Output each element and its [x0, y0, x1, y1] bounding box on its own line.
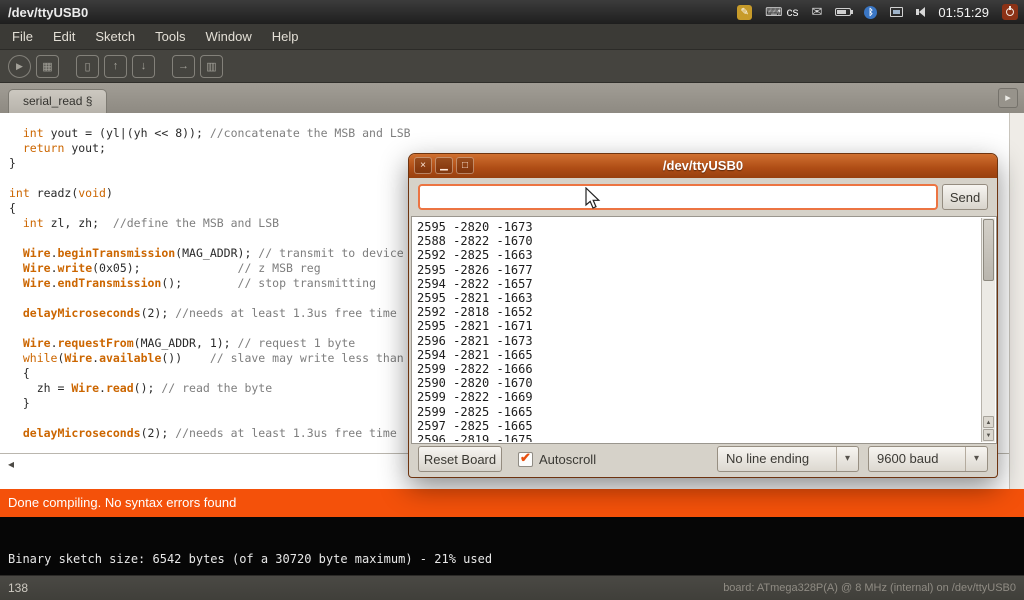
bluetooth-icon[interactable]: ᛒ	[864, 6, 877, 19]
scroll-down-icon[interactable]: ▼	[983, 429, 994, 441]
screen: /dev/ttyUSB0 ✎ ⌨ cs ✉ ᛒ 01:51:29 FileEdi…	[0, 0, 1024, 600]
open-button[interactable]: ↑	[104, 55, 127, 78]
minimize-icon[interactable]: ▁	[435, 157, 453, 174]
menu-help[interactable]: Help	[262, 24, 309, 50]
keyboard-indicator[interactable]: ⌨ cs	[765, 5, 798, 19]
send-button[interactable]: Send	[942, 184, 988, 210]
dialog-title: /dev/ttyUSB0	[663, 158, 743, 173]
editor-scrollbar[interactable]	[1009, 113, 1024, 489]
serial-line: 2596 -2819 -1675	[417, 433, 976, 442]
network-icon[interactable]	[890, 7, 903, 17]
serial-line: 2594 -2822 -1657	[417, 277, 976, 291]
scroll-up-icon[interactable]: ▲	[983, 416, 994, 428]
serial-monitor-button[interactable]: ▥	[200, 55, 223, 78]
menu-file[interactable]: File	[2, 24, 43, 50]
keyboard-layout-label: cs	[786, 5, 798, 19]
serial-line: 2595 -2821 -1663	[417, 291, 976, 305]
serial-line: 2592 -2825 -1663	[417, 248, 976, 262]
chevron-down-icon: ▾	[836, 447, 858, 471]
menu-tools[interactable]: Tools	[145, 24, 195, 50]
serial-line: 2596 -2821 -1673	[417, 334, 976, 348]
serial-line: 2588 -2822 -1670	[417, 234, 976, 248]
serial-input[interactable]	[418, 184, 938, 210]
menubar: FileEditSketchToolsWindowHelp	[0, 24, 1024, 50]
serial-line: 2594 -2821 -1665	[417, 348, 976, 362]
code-line: int yout = (yl|(yh << 8)); //concatenate…	[9, 126, 1004, 141]
compile-status-text: Done compiling. No syntax errors found	[8, 495, 236, 510]
messages-icon[interactable]: ✉	[811, 4, 822, 20]
clock[interactable]: 01:51:29	[938, 5, 989, 20]
check-icon: ✔	[520, 450, 531, 466]
toolbar: ▶▦ ▯↑↓ →▥	[0, 50, 1024, 83]
serial-line: 2595 -2821 -1671	[417, 319, 976, 333]
serial-scrollbar[interactable]: ▲ ▼	[981, 218, 995, 442]
battery-fill	[837, 10, 846, 14]
board-info: board: ATmega328P(A) @ 8 MHz (internal) …	[723, 582, 1016, 594]
console: Binary sketch size: 6542 bytes (of a 307…	[0, 517, 1024, 575]
ide-statusbar: 138 board: ATmega328P(A) @ 8 MHz (intern…	[0, 575, 1024, 600]
toolbar-buttons: ▶▦ ▯↑↓ →▥	[0, 50, 1024, 82]
line-ending-select[interactable]: No line ending ▾	[717, 446, 859, 472]
verify-button[interactable]: ▶	[8, 55, 31, 78]
close-icon[interactable]: ×	[414, 157, 432, 174]
serial-line: 2592 -2818 -1652	[417, 305, 976, 319]
sound-icon[interactable]	[916, 7, 925, 17]
serial-line: 2590 -2820 -1670	[417, 376, 976, 390]
window-title: /dev/ttyUSB0	[8, 5, 88, 20]
menu-window[interactable]: Window	[195, 24, 261, 50]
serial-monitor-window: × ▁ □ /dev/ttyUSB0 Send 2595 -2820 -1673…	[408, 153, 998, 478]
dialog-footer: Reset Board ✔ Autoscroll No line ending …	[418, 446, 988, 472]
maximize-icon[interactable]: □	[456, 157, 474, 174]
notes-icon[interactable]: ✎	[737, 5, 752, 20]
serial-line: 2597 -2825 -1665	[417, 419, 976, 433]
save-button[interactable]: ↓	[132, 55, 155, 78]
autoscroll-label: Autoscroll	[539, 452, 596, 467]
session-menu-icon[interactable]	[1002, 4, 1018, 20]
menu-sketch[interactable]: Sketch	[85, 24, 145, 50]
speaker-triangle	[919, 7, 925, 17]
line-number: 138	[8, 581, 28, 595]
stop-button[interactable]: ▦	[36, 55, 59, 78]
top-panel: /dev/ttyUSB0 ✎ ⌨ cs ✉ ᛒ 01:51:29	[0, 0, 1024, 24]
dialog-titlebar[interactable]: × ▁ □ /dev/ttyUSB0	[409, 154, 997, 178]
serial-line: 2599 -2822 -1669	[417, 390, 976, 404]
baud-select[interactable]: 9600 baud ▾	[868, 446, 988, 472]
serial-line: 2599 -2825 -1665	[417, 405, 976, 419]
compile-status: Done compiling. No syntax errors found	[0, 489, 1024, 517]
serial-line: 2599 -2822 -1666	[417, 362, 976, 376]
serial-line: 2595 -2826 -1677	[417, 263, 976, 277]
tab-serial-read[interactable]: serial_read §	[8, 89, 107, 113]
mouse-cursor	[584, 187, 602, 211]
system-tray: ✎ ⌨ cs ✉ ᛒ 01:51:29	[737, 4, 1018, 20]
serial-output-area[interactable]: 2595 -2820 -16732588 -2822 -16702592 -28…	[411, 216, 997, 444]
menu-edit[interactable]: Edit	[43, 24, 85, 50]
serial-line: 2595 -2820 -1673	[417, 220, 976, 234]
serial-output: 2595 -2820 -16732588 -2822 -16702592 -28…	[413, 218, 980, 442]
reset-board-button[interactable]: Reset Board	[418, 446, 502, 472]
autoscroll-checkbox[interactable]: ✔	[518, 452, 533, 467]
scrollbar-thumb[interactable]	[983, 219, 994, 281]
power-icon	[1006, 8, 1014, 16]
autoscroll-option[interactable]: ✔ Autoscroll	[518, 446, 596, 472]
chevron-down-icon: ▾	[965, 447, 987, 471]
new-sketch-button[interactable]: ▯	[76, 55, 99, 78]
window-controls: × ▁ □	[414, 157, 474, 174]
console-text: Binary sketch size: 6542 bytes (of a 307…	[8, 552, 492, 566]
tabbar: serial_read § ▸	[0, 83, 1024, 113]
tab-label: serial_read §	[23, 94, 92, 108]
dialog-body: Send 2595 -2820 -16732588 -2822 -1670259…	[409, 178, 997, 478]
upload-button[interactable]: →	[172, 55, 195, 78]
scroll-left-icon[interactable]: ◂	[8, 457, 14, 471]
keyboard-icon: ⌨	[765, 5, 782, 19]
battery-icon[interactable]	[835, 8, 851, 16]
tab-menu-button[interactable]: ▸	[998, 88, 1018, 108]
